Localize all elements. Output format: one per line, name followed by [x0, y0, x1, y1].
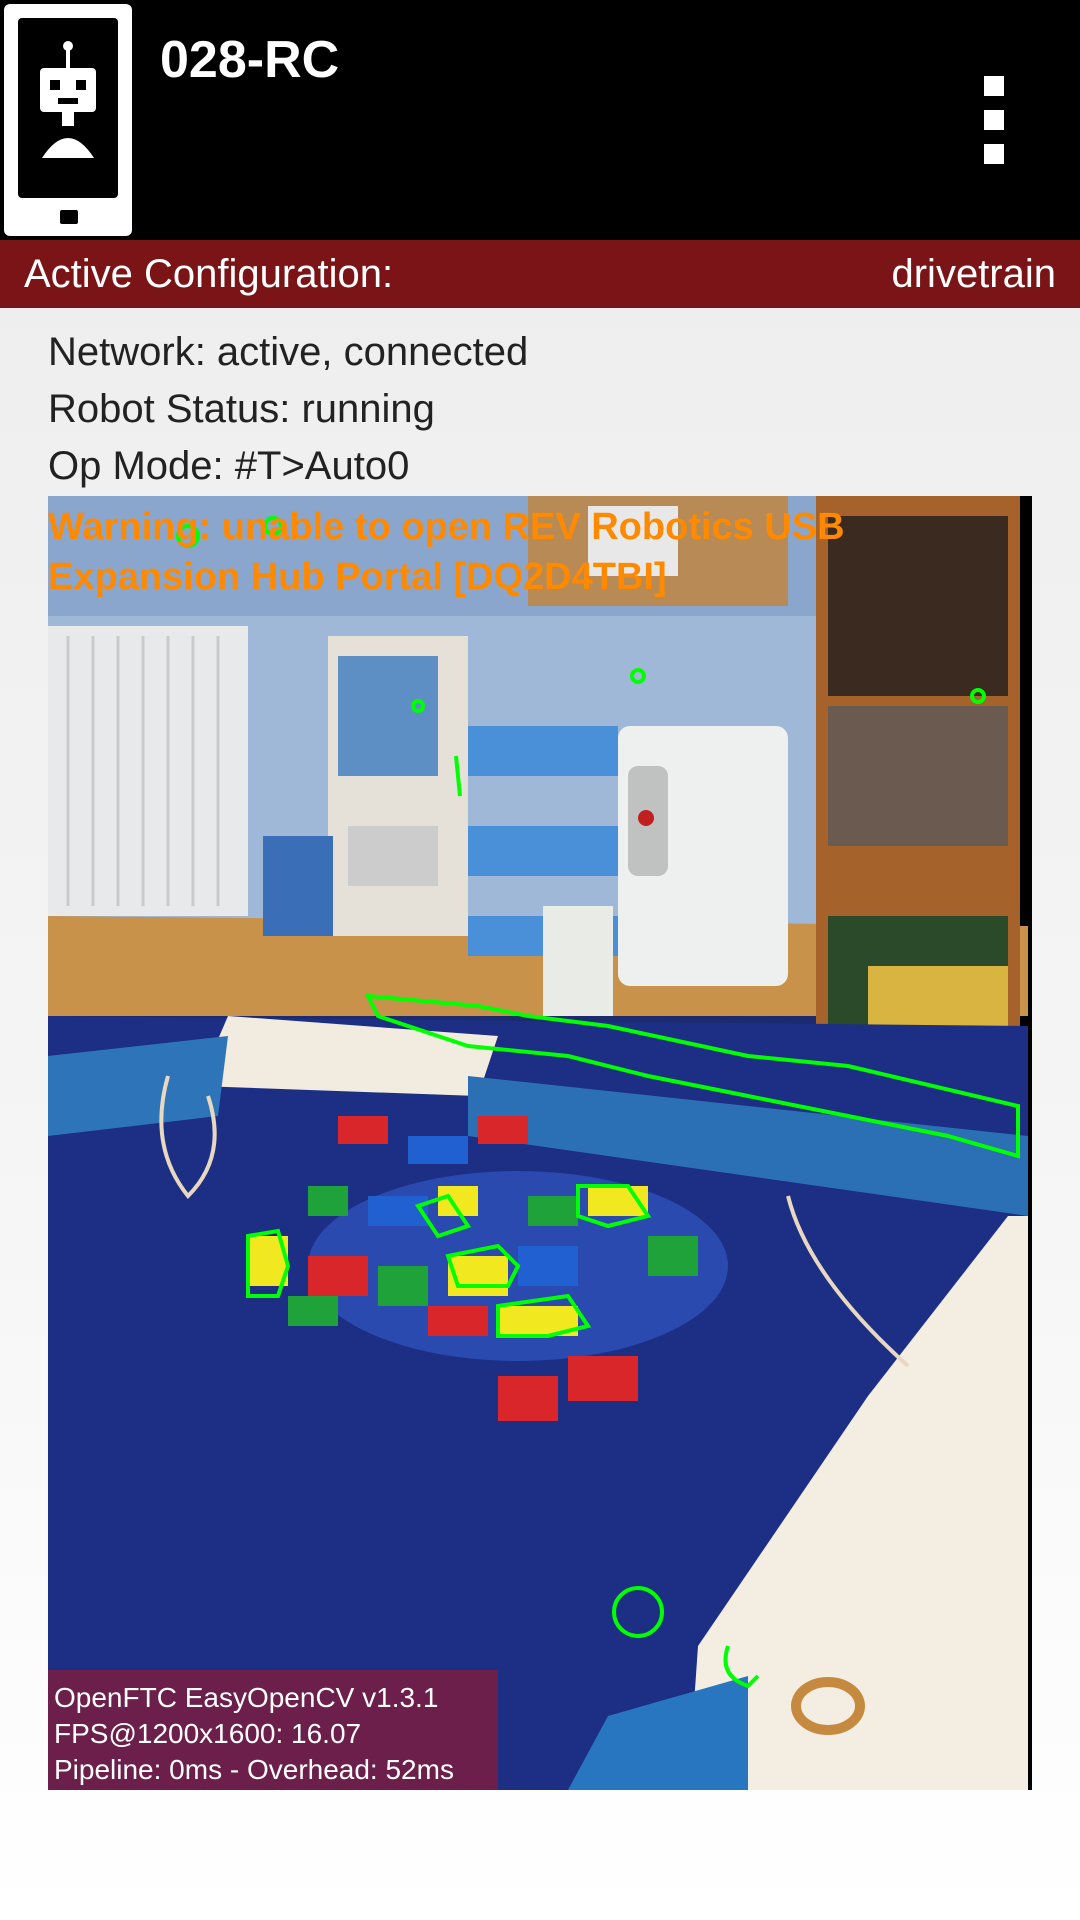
robot-phone-icon — [4, 4, 132, 236]
config-value: drivetrain — [891, 252, 1056, 296]
easyopencv-info-box: OpenFTC EasyOpenCV v1.3.1 FPS@1200x1600:… — [48, 1670, 498, 1790]
overflow-menu-icon[interactable] — [976, 70, 1016, 170]
app-title: 028-RC — [160, 31, 340, 89]
cv-pipeline-timing: Pipeline: 0ms - Overhead: 52ms — [54, 1754, 454, 1785]
active-configuration-bar: Active Configuration: drivetrain — [0, 240, 1080, 308]
cv-version: OpenFTC EasyOpenCV v1.3.1 — [54, 1682, 439, 1713]
warning-line-1: Warning: unable to open REV Robotics USB — [48, 506, 845, 548]
warning-message: Warning: unable to open REV Robotics USB… — [48, 502, 908, 602]
op-mode-status: Op Mode: #T>Auto0 — [48, 444, 410, 488]
cv-fps: FPS@1200x1600: 16.07 — [54, 1718, 362, 1749]
network-status: Network: active, connected — [48, 330, 529, 374]
app-bar: 028-RC — [0, 0, 1080, 240]
warning-line-2: Expansion Hub Portal [DQ2D4TBI] — [48, 556, 667, 598]
camera-preview: Warning: unable to open REV Robotics USB… — [48, 496, 1032, 1790]
camera-scene — [48, 496, 1032, 1790]
config-label: Active Configuration: — [24, 252, 394, 296]
robot-status: Robot Status: running — [48, 387, 435, 431]
